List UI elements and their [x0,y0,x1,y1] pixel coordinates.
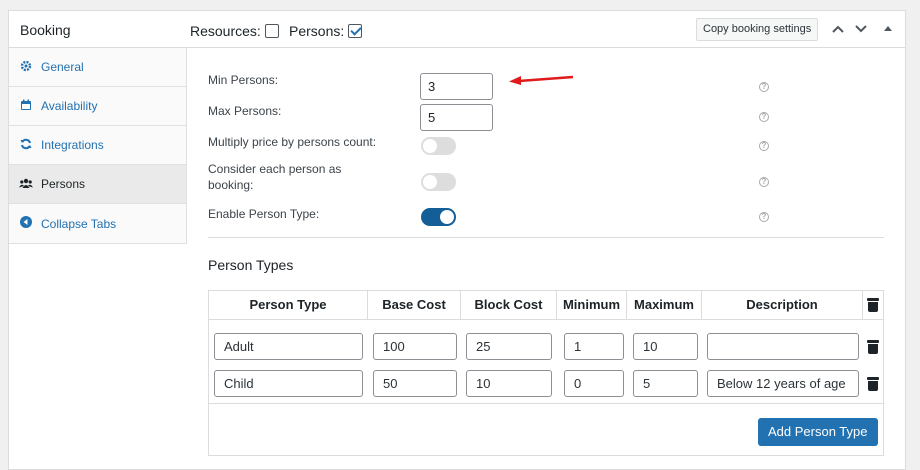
consider-each-help-icon[interactable]: ? [759,177,769,187]
panel-header: Booking Resources: Persons: Copy booking… [9,11,905,48]
multiply-price-help-icon[interactable]: ? [759,141,769,151]
sidebar-item-label: General [41,60,84,74]
consider-each-label-line1: Consider each person as [208,162,342,176]
collapse-icon [19,216,33,231]
maximum-input[interactable]: 5 [633,370,698,397]
person-type-input[interactable]: Child [214,370,363,397]
minimum-input[interactable]: 0 [564,370,624,397]
sidebar-item-label: Persons [41,177,86,191]
sidebar-item-availability[interactable]: Availability [9,87,186,126]
multiply-price-label: Multiply price by persons count: [208,135,377,149]
column-header: Person Type [209,291,368,319]
minimum-input[interactable]: 1 [564,333,624,360]
chevron-up-icon[interactable] [831,21,845,37]
column-header: Minimum [557,291,627,319]
multiply-price-toggle[interactable] [421,137,456,155]
description-input[interactable]: Below 12 years of age [707,370,859,397]
divider [208,237,884,238]
enable-person-type-help-icon[interactable]: ? [759,212,769,222]
min-persons-input[interactable]: 3 [420,73,493,100]
red-arrow-annotation [509,75,574,85]
sidebar-item-label: Integrations [41,138,104,152]
block-cost-input[interactable]: 10 [466,370,552,397]
column-header: Base Cost [368,291,461,319]
booking-panel: Booking Resources: Persons: Copy booking… [8,10,906,470]
delete-row-trash-icon[interactable] [867,340,879,354]
column-header: Description [702,291,863,319]
base-cost-input[interactable]: 50 [373,370,457,397]
sync-icon [19,138,33,153]
sidebar-item-persons[interactable]: Persons [9,165,186,204]
delete-row-trash-icon[interactable] [867,377,879,391]
max-persons-help-icon[interactable]: ? [759,112,769,122]
maximum-input[interactable]: 10 [633,333,698,360]
chevron-down-icon[interactable] [854,21,868,37]
resources-label: Resources: [190,23,261,39]
column-header: Maximum [627,291,702,319]
min-persons-help-icon[interactable]: ? [759,82,769,92]
consider-each-label-line2: booking: [208,178,254,192]
consider-each-toggle[interactable] [421,173,456,191]
tabs-sidebar: General Availability Integrations Person… [9,48,187,244]
collapse-panel-icon[interactable] [883,21,893,37]
panel-title: Booking [20,22,71,38]
trash-icon [867,298,879,312]
enable-person-type-toggle[interactable] [421,208,456,226]
person-types-table: Person Type Base Cost Block Cost Minimum… [208,290,884,456]
sidebar-item-label: Availability [41,99,98,113]
copy-booking-settings-button[interactable]: Copy booking settings [696,18,819,41]
sidebar-item-collapse-tabs[interactable]: Collapse Tabs [9,204,186,243]
enable-person-type-label: Enable Person Type: [208,207,320,221]
min-persons-label: Min Persons: [208,73,279,87]
resources-checkbox[interactable] [264,24,279,38]
block-cost-input[interactable]: 25 [466,333,552,360]
users-icon [19,177,33,192]
sidebar-item-integrations[interactable]: Integrations [9,126,186,165]
person-type-input[interactable]: Adult [214,333,363,360]
column-header: Block Cost [461,291,557,319]
add-person-type-button[interactable]: Add Person Type [758,418,878,446]
description-input[interactable] [707,333,859,360]
max-persons-input[interactable]: 5 [420,104,493,131]
base-cost-input[interactable]: 100 [373,333,457,360]
calendar-icon [19,99,33,114]
gear-icon [19,60,33,75]
max-persons-label: Max Persons: [208,104,282,118]
persons-toggle[interactable]: Persons: [289,23,363,39]
persons-label: Persons: [289,23,345,39]
persons-checkbox[interactable] [348,24,363,38]
resources-toggle[interactable]: Resources: [190,23,279,39]
person-types-title: Person Types [208,257,294,273]
sidebar-item-general[interactable]: General [9,48,186,87]
sidebar-item-label: Collapse Tabs [41,216,117,231]
